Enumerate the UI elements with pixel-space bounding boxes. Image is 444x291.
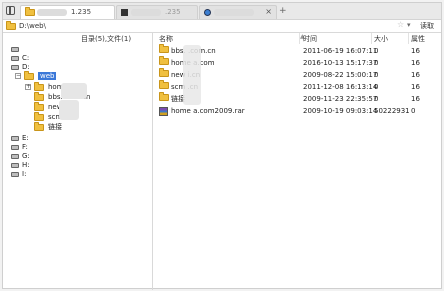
- redacted-text: [131, 9, 161, 16]
- redacted-text: [59, 100, 79, 120]
- tree-item-links[interactable]: 链接: [34, 121, 62, 132]
- drive-icon: [11, 135, 19, 141]
- column-divider[interactable]: [371, 33, 372, 44]
- folder-icon: [34, 81, 44, 91]
- drive-icon: [11, 144, 19, 150]
- tree-item-drive[interactable]: [11, 45, 22, 54]
- directory-tree: 目录(5),文件(1) C: D: −web +home .com bbs. c…: [3, 33, 153, 290]
- folder-icon: [6, 21, 16, 32]
- chevron-down-icon[interactable]: ▾: [407, 21, 411, 29]
- column-header-time[interactable]: 时间: [303, 34, 317, 44]
- folder-icon: [24, 70, 34, 80]
- folder-icon: [34, 101, 44, 111]
- tab-2[interactable]: .235: [116, 5, 198, 19]
- tree-item-f[interactable]: F:: [11, 143, 28, 152]
- expand-icon[interactable]: +: [25, 84, 31, 90]
- close-icon[interactable]: ×: [265, 7, 272, 16]
- tab-bar: 1.235 .235 × +: [3, 3, 441, 20]
- column-header-name[interactable]: 名称: [159, 34, 173, 44]
- tree-item-web[interactable]: − web: [15, 70, 57, 81]
- column-divider[interactable]: [408, 33, 409, 44]
- tree-item-g[interactable]: G:: [11, 152, 30, 161]
- tree-item-c[interactable]: C:: [11, 54, 29, 63]
- tree-header: 目录(5),文件(1): [81, 35, 132, 43]
- redacted-text: [37, 9, 67, 16]
- sidebar-toggle-icon[interactable]: [6, 6, 15, 15]
- drive-icon: [11, 55, 19, 61]
- folder-icon: [34, 91, 44, 101]
- terminal-icon: [121, 9, 128, 16]
- drive-icon: [11, 162, 19, 168]
- star-icon[interactable]: ☆: [397, 20, 404, 29]
- drive-icon: [11, 171, 19, 177]
- redacted-text: [61, 83, 87, 99]
- address-input[interactable]: D:\web\: [19, 22, 46, 30]
- globe-icon: [204, 9, 211, 16]
- tree-item-e[interactable]: E:: [11, 134, 29, 143]
- collapse-icon[interactable]: −: [15, 73, 21, 79]
- file-manager-window: 1.235 .235 × + D:\web\ ☆ ▾ 读取 目录(5),文件(1…: [2, 2, 442, 290]
- drive-icon: [11, 153, 19, 159]
- folder-icon: [34, 111, 44, 121]
- table-row[interactable]: home a.com2009.rar 2009-10-19 09:03:14 5…: [153, 105, 441, 117]
- folder-icon: [159, 92, 169, 105]
- column-header-size[interactable]: 大小: [374, 34, 388, 44]
- redacted-text: [214, 9, 254, 16]
- rar-icon: [159, 105, 168, 117]
- folder-icon: [25, 7, 35, 18]
- drive-icon: [11, 64, 19, 70]
- column-header-attr[interactable]: 属性: [411, 34, 425, 44]
- tab-3[interactable]: ×: [199, 5, 277, 19]
- read-button[interactable]: 读取: [415, 21, 439, 31]
- redacted-text: [183, 45, 201, 105]
- add-tab-icon[interactable]: +: [279, 6, 287, 16]
- column-divider[interactable]: [299, 33, 300, 44]
- tab-1[interactable]: 1.235: [20, 5, 115, 19]
- tree-item-h[interactable]: H:: [11, 161, 30, 170]
- tree-item-i[interactable]: I:: [11, 170, 26, 179]
- address-bar: D:\web\ ☆ ▾ 读取: [3, 20, 441, 33]
- drive-icon: [11, 46, 19, 52]
- folder-icon: [34, 121, 44, 131]
- file-list: 名称 ▲ 时间 大小 属性 bbs. .com.cn 2011-06-19 16…: [153, 33, 441, 290]
